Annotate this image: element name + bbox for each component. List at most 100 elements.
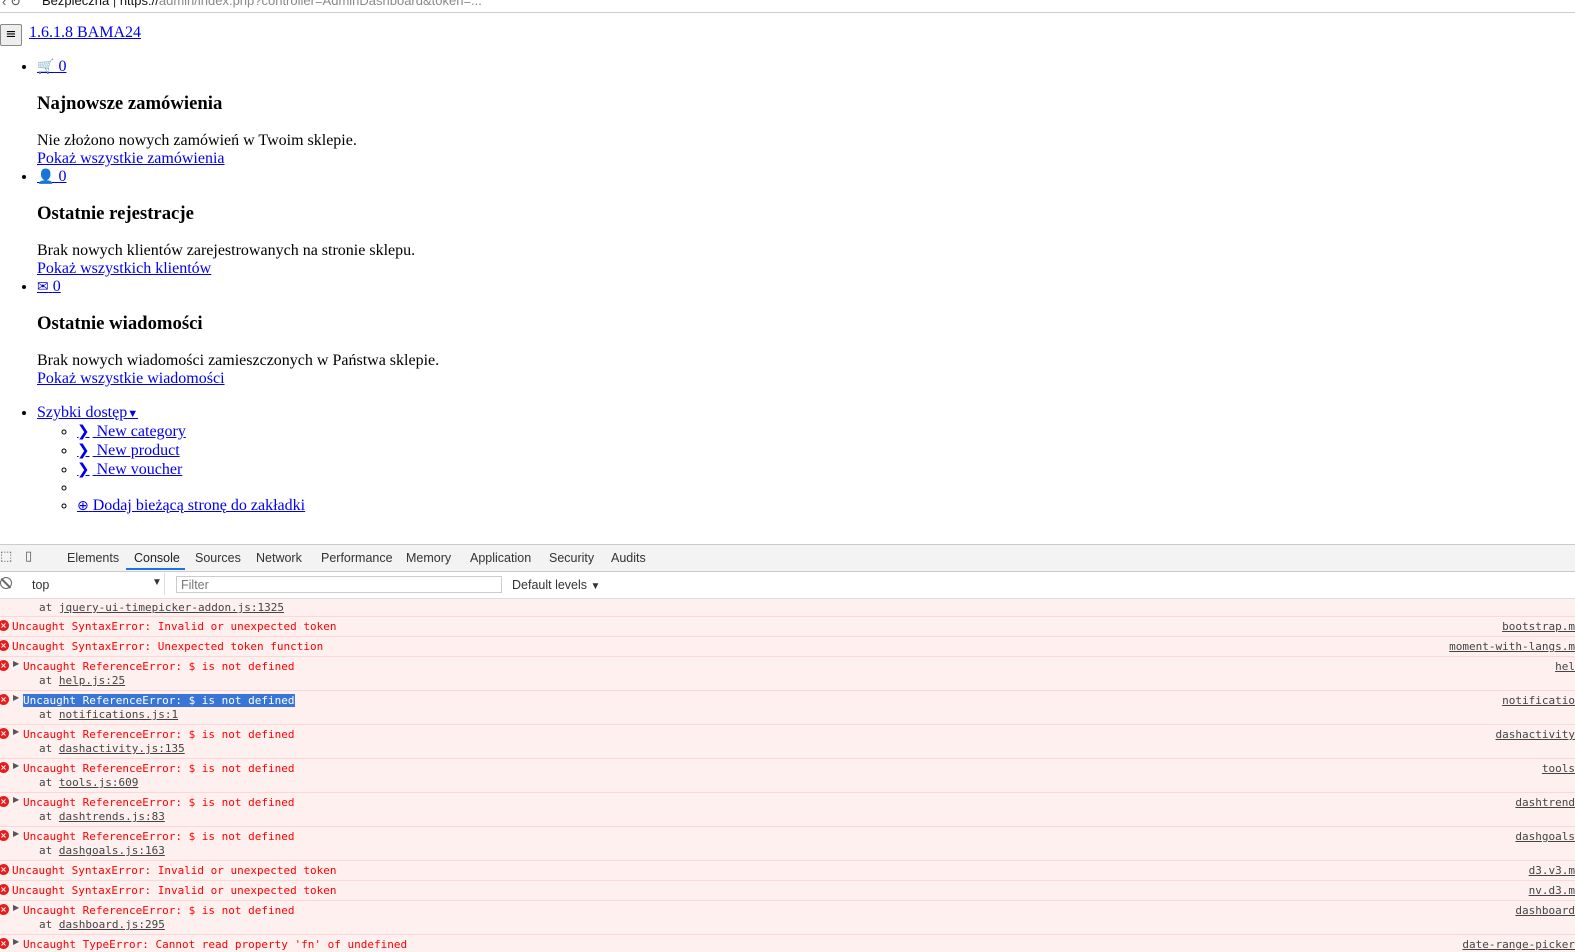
tab-performance[interactable]: Performance — [321, 551, 393, 565]
quick-access-item[interactable]: ❯ New product — [77, 441, 439, 460]
show-all-messages-link[interactable]: Pokaż wszystkie wiadomości — [37, 370, 225, 387]
source-link[interactable]: moment-with-langs.m — [1449, 640, 1575, 653]
stack-frame-link[interactable]: dashtrends.js:83 — [59, 810, 165, 823]
expand-triangle-icon[interactable]: ▶ — [13, 829, 19, 838]
dropdown-arrow-icon: ▼ — [590, 581, 601, 592]
expand-triangle-icon[interactable]: ▶ — [13, 659, 19, 668]
quick-access-link-new-category[interactable]: ❯ New category — [77, 422, 186, 440]
error-icon: × — [0, 884, 9, 895]
source-link[interactable]: date-range-picker — [1462, 938, 1575, 951]
console-error-message: Uncaught ReferenceError: $ is not define… — [23, 694, 295, 707]
stack-frame-link[interactable]: dashboard.js:295 — [59, 918, 165, 931]
stack-frame-link[interactable]: dashgoals.js:163 — [59, 844, 165, 857]
quick-access-link-new-product[interactable]: ❯ New product — [77, 441, 180, 459]
address-bar[interactable]: ‹ ↻ Bezpieczna | https://admin/index.php… — [0, 0, 1575, 13]
stack-frame: at tools.js:609 — [39, 776, 139, 789]
orders-toggle[interactable]: 🛒 0 — [37, 58, 66, 75]
header-notifications: 🛒 0 Najnowsze zamówienia Nie złożono now… — [0, 58, 439, 515]
stack-frame-link[interactable]: jquery-ui-timepicker-addon.js:1325 — [59, 601, 284, 614]
inspect-element-icon[interactable]: ⬚ — [0, 549, 12, 564]
console-filter-input[interactable] — [176, 576, 502, 593]
tab-network[interactable]: Network — [256, 551, 302, 565]
error-icon: × — [0, 640, 9, 651]
tab-audits[interactable]: Audits — [611, 551, 646, 565]
console-error-message: Uncaught ReferenceError: $ is not define… — [23, 796, 295, 809]
tab-application[interactable]: Application — [470, 551, 531, 565]
console-error-row[interactable]: × ▶ Uncaught ReferenceError: $ is not defi… — [0, 759, 1575, 793]
stack-frame-link[interactable]: dashactivity.js:135 — [59, 742, 185, 755]
console-error-row[interactable]: × Uncaught SyntaxError: Unexpected token … — [0, 637, 1575, 657]
quick-access-toggle[interactable]: Szybki dostęp▼ — [37, 404, 138, 421]
back-forward-icon[interactable]: ‹ ↻ — [2, 0, 21, 10]
console-error-row[interactable]: × ▶ Uncaught ReferenceError: $ is not defi… — [0, 793, 1575, 827]
console-error-row[interactable]: × Uncaught SyntaxError: Invalid or unexpe… — [0, 617, 1575, 637]
customers-toggle[interactable]: 👤 0 — [37, 168, 66, 185]
tab-security[interactable]: Security — [549, 551, 594, 565]
quick-access-item[interactable]: ❯ New category — [77, 422, 439, 441]
tab-memory[interactable]: Memory — [406, 551, 451, 565]
source-link[interactable]: hel — [1555, 660, 1575, 673]
source-link[interactable]: dashtrend — [1515, 796, 1575, 809]
quick-access-item[interactable]: ❯ New voucher — [77, 460, 439, 479]
expand-triangle-icon[interactable]: ▶ — [13, 727, 19, 736]
source-link[interactable]: nv.d3.m — [1529, 884, 1575, 897]
console-error-row[interactable]: × ▶ Uncaught ReferenceError: $ is not defi… — [0, 691, 1575, 725]
orders-message: Nie złożono nowych zamówień w Twoim skle… — [37, 132, 357, 149]
stack-frame-link[interactable]: tools.js:609 — [59, 776, 138, 789]
expand-triangle-icon[interactable]: ▶ — [13, 937, 19, 946]
show-all-orders-link[interactable]: Pokaż wszystkie zamówienia — [37, 150, 225, 167]
console-error-row[interactable]: × ▶ Uncaught ReferenceError: $ is not defi… — [0, 725, 1575, 759]
console-error-row[interactable]: × ▶ Uncaught ReferenceError: $ is not defi… — [0, 827, 1575, 861]
devtools-panel: ⬚ ▯ Elements Console Sources Network Per… — [0, 544, 1575, 952]
error-icon: × — [0, 904, 9, 915]
messages-toggle[interactable]: ✉ 0 — [37, 278, 61, 295]
console-error-message: Uncaught SyntaxError: Invalid or unexpec… — [12, 620, 337, 633]
expand-triangle-icon[interactable]: ▶ — [13, 693, 19, 702]
console-error-row[interactable]: × ▶ Uncaught ReferenceError: $ is not defi… — [0, 901, 1575, 935]
menu-toggle-button[interactable]: ≡ — [0, 24, 22, 46]
stack-frame-link[interactable]: help.js:25 — [59, 674, 125, 687]
console-error-row[interactable]: × Uncaught SyntaxError: Invalid or unexpe… — [0, 861, 1575, 881]
source-link[interactable]: d3.v3.m — [1529, 864, 1575, 877]
quick-access: Szybki dostęp▼ ❯ New category ❯ New prod… — [37, 404, 439, 515]
source-link[interactable]: tools — [1542, 762, 1575, 775]
user-icon: 👤 — [37, 169, 55, 185]
tab-elements[interactable]: Elements — [67, 551, 119, 565]
device-toolbar-icon[interactable]: ▯ — [25, 549, 32, 564]
console-error-row[interactable]: × ▶ Uncaught ReferenceError: $ is not defi… — [0, 657, 1575, 691]
quick-access-item-label: New voucher — [96, 461, 183, 478]
stack-frame: at jquery-ui-timepicker-addon.js:1325 — [39, 601, 285, 614]
console-error-row[interactable]: × ▶ Uncaught TypeError: Cannot read proper… — [0, 935, 1575, 952]
expand-triangle-icon[interactable]: ▶ — [13, 795, 19, 804]
expand-triangle-icon[interactable]: ▶ — [13, 903, 19, 912]
tab-console[interactable]: Console — [134, 551, 180, 565]
log-levels-dropdown[interactable]: Default levels ▼ — [512, 578, 600, 592]
source-link[interactable]: dashgoals — [1515, 830, 1575, 843]
console-error-message: Uncaught ReferenceError: $ is not define… — [23, 728, 295, 741]
console-error-row[interactable]: at jquery-ui-timepicker-addon.js:1325 — [0, 599, 1575, 617]
caret-down-icon: ▼ — [127, 408, 139, 420]
quick-access-menu: ❯ New category ❯ New product ❯ New vouch… — [37, 422, 439, 515]
devtools-tabbar: ⬚ ▯ Elements Console Sources Network Per… — [0, 545, 1575, 572]
console-error-message: Uncaught ReferenceError: $ is not define… — [23, 904, 295, 917]
tab-sources[interactable]: Sources — [195, 551, 241, 565]
show-all-customers-link[interactable]: Pokaż wszystkich klientów — [37, 260, 211, 277]
url-text[interactable]: Bezpieczna | https://admin/index.php?con… — [42, 0, 482, 8]
orders-count: 0 — [58, 58, 67, 75]
customers-notification: 👤 0 Ostatnie rejestracje Brak nowych kli… — [37, 168, 439, 278]
source-link[interactable]: bootstrap.m — [1502, 620, 1575, 633]
source-link[interactable]: dashactivity — [1496, 728, 1575, 741]
source-link[interactable]: dashboard — [1515, 904, 1575, 917]
quick-access-add-bookmark[interactable]: ⊕ Dodaj bieżącą stronę do zakładki — [77, 497, 439, 515]
customers-message: Brak nowych klientów zarejestrowanych na… — [37, 242, 416, 259]
stack-frame-link[interactable]: notifications.js:1 — [59, 708, 178, 721]
clear-console-icon[interactable] — [0, 577, 12, 589]
brand-link[interactable]: 1.6.1.8 BAMA24 — [29, 24, 141, 42]
add-bookmark-link[interactable]: ⊕ Dodaj bieżącą stronę do zakładki — [77, 497, 305, 514]
expand-triangle-icon[interactable]: ▶ — [13, 761, 19, 770]
hamburger-icon: ≡ — [5, 27, 17, 42]
context-selector[interactable]: top ▼ — [24, 573, 165, 595]
quick-access-link-new-voucher[interactable]: ❯ New voucher — [77, 460, 183, 478]
console-error-row[interactable]: × Uncaught SyntaxError: Invalid or unexpe… — [0, 881, 1575, 901]
source-link[interactable]: notificatio — [1502, 694, 1575, 707]
